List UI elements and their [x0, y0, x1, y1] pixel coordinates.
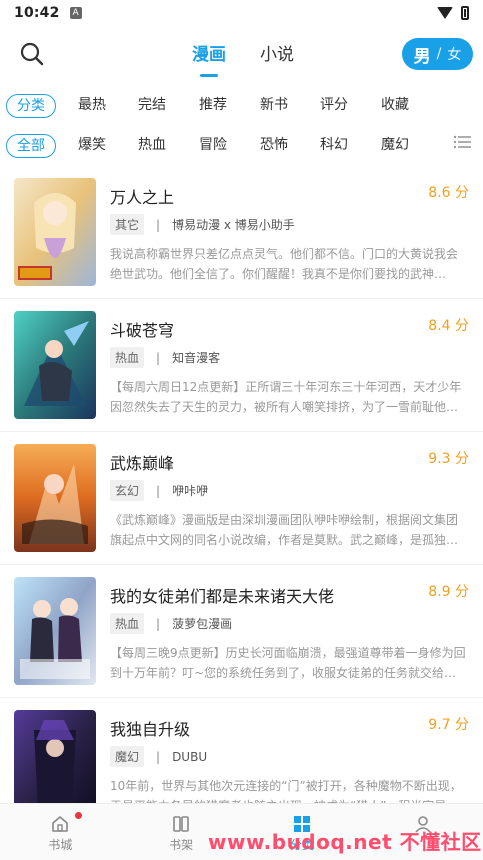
- book-tag: 魔幻: [110, 746, 145, 767]
- book-item[interactable]: 万人之上 8.6 分 其它 | 博易动漫 x 博易小助手 我说高称霸世界只差亿点…: [0, 166, 483, 299]
- gender-separator: /: [436, 46, 442, 62]
- book-author: 博易动漫 x 博易小助手: [172, 218, 295, 232]
- top-tabs: 漫画 小说: [192, 40, 294, 77]
- book-description: 《武炼巅峰》漫画版是由深圳漫画团队咿咔咿绘制，根据阅文集团旗起点中文网的同名小说…: [110, 513, 459, 547]
- book-tag: 其它: [110, 214, 145, 235]
- sort-favorites[interactable]: 收藏: [381, 94, 409, 114]
- genre-adventure[interactable]: 冒险: [199, 134, 227, 154]
- meta-separator: |: [156, 217, 161, 232]
- book-meta: 玄幻 | 咿咔咿: [110, 480, 208, 501]
- book-title[interactable]: 万人之上: [110, 184, 174, 208]
- genre-horror[interactable]: 恐怖: [260, 134, 288, 154]
- book-tag: 热血: [110, 347, 145, 368]
- meta-separator: |: [156, 749, 161, 764]
- meta-separator: |: [156, 483, 161, 498]
- book-title[interactable]: 我独自升级: [110, 716, 190, 740]
- list-menu-icon[interactable]: [453, 135, 471, 149]
- tab-comic-label: 漫画: [192, 45, 226, 65]
- book-item[interactable]: 斗破苍穹 8.4 分 热血 | 知音漫客 【每周六周日12点更新】正所谓三十年河…: [0, 299, 483, 432]
- book-title[interactable]: 武炼巅峰: [110, 450, 174, 474]
- tab-indicator: [200, 74, 218, 77]
- search-icon[interactable]: [18, 40, 46, 68]
- nav-bookshelf-label: 书架: [169, 838, 194, 852]
- notification-dot: [74, 812, 82, 819]
- sort-rating[interactable]: 评分: [320, 94, 348, 114]
- genre-funny[interactable]: 爆笑: [78, 134, 106, 154]
- book-item[interactable]: 我的女徒弟们都是未来诸天大佬 8.9 分 热血 | 菠萝包漫画 【每周三晚9点更…: [0, 565, 483, 698]
- book-item[interactable]: 武炼巅峰 9.3 分 玄幻 | 咿咔咿 《武炼巅峰》漫画版是由深圳漫画团队咿咔咿…: [0, 432, 483, 565]
- sort-recommend[interactable]: 推荐: [199, 94, 227, 114]
- watermark: www.budoq.net 不懂社区: [208, 826, 482, 855]
- book-list: 万人之上 8.6 分 其它 | 博易动漫 x 博易小助手 我说高称霸世界只差亿点…: [0, 166, 483, 831]
- book-title[interactable]: 我的女徒弟们都是未来诸天大佬: [110, 583, 334, 607]
- book-description: 【每周三晚9点更新】历史长河面临崩溃，最强道尊带着一身修为回到十万年前？叮~您的…: [110, 646, 466, 680]
- nav-bookstore[interactable]: 书城: [0, 804, 121, 860]
- sort-filter-row: 分类 最热 完结 推荐 新书 评分 收藏: [0, 90, 483, 118]
- genre-filter-row: 全部 爆笑 热血 冒险 恐怖 科幻 魔幻: [0, 130, 483, 158]
- book-author: 咿咔咿: [172, 484, 209, 498]
- book-meta: 热血 | 菠萝包漫画: [110, 613, 232, 634]
- notification-icon: A: [69, 7, 82, 19]
- genre-all-chip[interactable]: 全部: [6, 134, 56, 158]
- book-author: 知音漫客: [172, 351, 221, 365]
- book-cover: [14, 311, 96, 419]
- book-icon: [173, 816, 189, 832]
- book-cover: [14, 577, 96, 685]
- book-score: 9.7 分: [428, 717, 469, 733]
- book-score: 8.6 分: [428, 185, 469, 201]
- tab-novel-label: 小说: [260, 45, 294, 65]
- watermark-site: www.budoq.net: [208, 830, 393, 854]
- gender-toggle[interactable]: 男 / 女: [402, 38, 473, 70]
- meta-separator: |: [156, 350, 161, 365]
- top-bar: 漫画 小说 男 / 女: [0, 32, 483, 77]
- book-meta: 其它 | 博易动漫 x 博易小助手: [110, 214, 295, 235]
- genre-hotblood[interactable]: 热血: [138, 134, 166, 154]
- book-tag: 热血: [110, 613, 145, 634]
- book-cover: [14, 710, 96, 818]
- book-tag: 玄幻: [110, 480, 145, 501]
- gender-female[interactable]: 女: [447, 44, 461, 64]
- status-time: 10:42: [14, 5, 60, 21]
- book-score: 8.9 分: [428, 584, 469, 600]
- home-icon: [52, 816, 69, 832]
- sort-new[interactable]: 新书: [260, 94, 288, 114]
- sort-finished[interactable]: 完结: [138, 94, 166, 114]
- status-bar: 10:42 A: [0, 0, 483, 26]
- book-author: 菠萝包漫画: [172, 617, 233, 631]
- book-title[interactable]: 斗破苍穹: [110, 317, 174, 341]
- watermark-name: 不懂社区: [399, 830, 482, 854]
- sort-category-chip[interactable]: 分类: [6, 94, 56, 118]
- book-cover: [14, 178, 96, 286]
- nav-bookstore-label: 书城: [48, 838, 73, 852]
- book-author: DUBU: [172, 749, 208, 764]
- book-cover: [14, 444, 96, 552]
- book-meta: 魔幻 | DUBU: [110, 746, 207, 767]
- book-description: 我说高称霸世界只差亿点点灵气。他们都不信。门口的大黄说我会绝世武功。他们全信了。…: [110, 247, 459, 281]
- tab-novel[interactable]: 小说: [260, 40, 294, 65]
- book-score: 9.3 分: [428, 451, 469, 467]
- genre-fantasy[interactable]: 魔幻: [381, 134, 409, 154]
- meta-separator: |: [156, 616, 161, 631]
- status-right: [437, 6, 469, 20]
- genre-scifi[interactable]: 科幻: [320, 134, 348, 154]
- book-score: 8.4 分: [428, 318, 469, 334]
- book-description: 【每周六周日12点更新】正所谓三十年河东三十年河西，天才少年因忽然失去了天生的灵…: [110, 380, 462, 414]
- tab-comic[interactable]: 漫画: [192, 40, 226, 77]
- gender-male[interactable]: 男: [414, 42, 431, 67]
- wifi-icon: [437, 7, 453, 19]
- book-meta: 热血 | 知音漫客: [110, 347, 220, 368]
- battery-icon: [461, 6, 469, 20]
- sort-hot[interactable]: 最热: [78, 94, 106, 114]
